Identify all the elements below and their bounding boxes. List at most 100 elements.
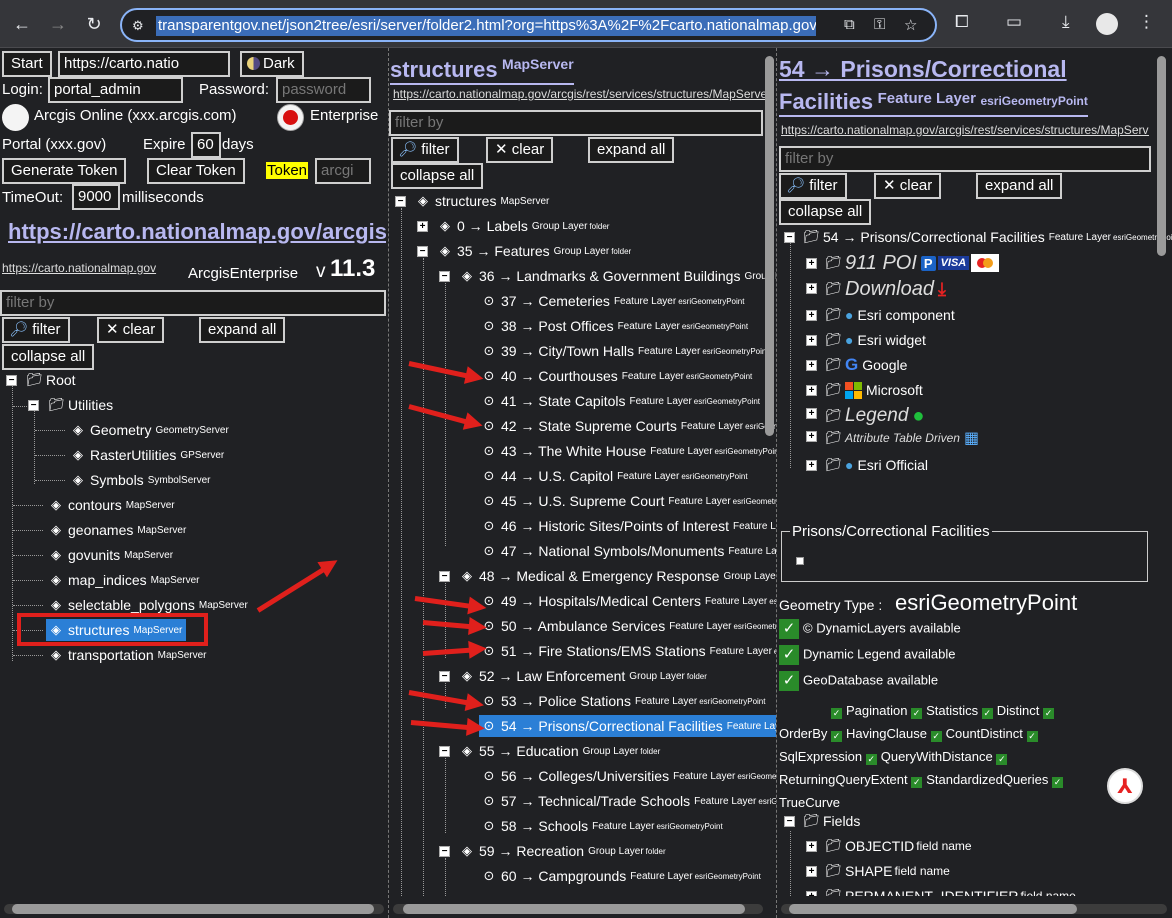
folder-911-poi[interactable]: 📁︎ 911 POI P VISA	[825, 250, 1000, 276]
expand-toggle[interactable]: +	[806, 360, 817, 371]
folder-google[interactable]: 📁︎ G Google	[825, 354, 907, 376]
extensions-icon[interactable]: ⧠	[955, 12, 969, 32]
layer-title-line1[interactable]: 54 → Prisons/Correctional	[779, 56, 1067, 83]
expand-toggle[interactable]: +	[806, 431, 817, 442]
url-text[interactable]: transparentgov.net/json2tree/esri/server…	[156, 16, 816, 36]
tab-search-icon[interactable]: ▭	[1006, 12, 1022, 32]
start-button[interactable]: Start	[2, 51, 52, 77]
tree-item[interactable]: ◈ Geometry GeometryServer	[70, 419, 229, 441]
folder-esri-official[interactable]: 📁︎ ● Esri Official	[825, 454, 928, 476]
layer-row[interactable]: ⊙ 37 → Cemeteries Feature Layer esriGeometr…	[481, 290, 745, 312]
star-icon[interactable]: ☆	[904, 16, 917, 34]
collapse-toggle[interactable]: −	[417, 246, 428, 257]
tree-item[interactable]: ◈ map_indices MapServer	[48, 569, 200, 591]
expand-toggle[interactable]: +	[806, 258, 817, 269]
generate-token-button[interactable]: Generate Token	[2, 158, 127, 184]
expand-toggle[interactable]: +	[806, 283, 817, 294]
layer-title-line2[interactable]: Facilities Feature Layer esriGeometryPoi…	[779, 89, 1088, 117]
collapse-all-button[interactable]: collapse all	[2, 344, 95, 370]
expand-toggle[interactable]: +	[806, 335, 817, 346]
collapse-toggle[interactable]: −	[439, 271, 450, 282]
right-filter-button[interactable]: 🔎︎ filter	[779, 173, 847, 199]
pdf-icon[interactable]: ⅄	[1107, 768, 1143, 804]
tree-root[interactable]: 📁︎ Root	[26, 369, 76, 391]
layer-row[interactable]: ⊙ 50 → Ambulance Services Feature Layer esr…	[481, 615, 776, 637]
password-key-icon[interactable]: ⚿	[874, 16, 885, 33]
right-tree-root[interactable]: 📁︎ 54 → Prisons/Correctional Facilities Fe…	[803, 226, 1172, 248]
tree-item[interactable]: ◈ transportation MapServer	[48, 644, 207, 666]
folder-microsoft[interactable]: 📁︎ Microsoft	[825, 379, 923, 401]
folder-attribute-table[interactable]: 📁︎ Attribute Table Driven ▦	[825, 427, 979, 449]
layer-service-link[interactable]: https://carto.nationalmap.gov/arcgis/res…	[781, 123, 1149, 137]
fieldset-toggle[interactable]	[796, 557, 804, 565]
clear-token-button[interactable]: Clear Token	[147, 158, 245, 184]
layer-row[interactable]: ⊙ 46 → Historic Sites/Points of Interest F…	[481, 515, 776, 537]
radio-arcgis-online[interactable]	[2, 104, 29, 131]
collapse-toggle[interactable]: −	[28, 400, 39, 411]
layer-row[interactable]: ◈ 55 → Education Group Layer folder	[459, 740, 660, 762]
tree-utilities[interactable]: 📁︎ Utilities	[48, 394, 113, 416]
right-vertical-scrollbar[interactable]	[1157, 56, 1166, 256]
address-bar[interactable]: ⚙ transparentgov.net/json2tree/esri/serv…	[120, 8, 937, 42]
folder-legend[interactable]: 📁︎ Legend ●	[825, 402, 925, 430]
expand-toggle[interactable]: +	[806, 866, 817, 877]
expand-toggle[interactable]: +	[806, 408, 817, 419]
clear-button[interactable]: ✕ clear	[97, 317, 165, 343]
layer-row[interactable]: ⊙ 56 → Colleges/Universities Feature Layer…	[481, 765, 776, 787]
middle-title-link[interactable]: structures MapServer	[390, 56, 574, 85]
horizontal-scrollbar[interactable]	[4, 904, 384, 914]
layer-row[interactable]: ⊙ 47 → National Symbols/Monuments Feature …	[481, 540, 776, 562]
layer-row[interactable]: ⊙ 58 → Schools Feature Layer esriGeometryPo…	[481, 815, 723, 837]
layer-row[interactable]: ⊙ 44 → U.S. Capitol Feature Layer esriGeome…	[481, 465, 748, 487]
collapse-toggle[interactable]: −	[395, 196, 406, 207]
login-input[interactable]: portal_admin	[48, 77, 183, 103]
field-row[interactable]: 📁︎ OBJECTID field name	[825, 835, 972, 857]
layer-row[interactable]: ⊙ 45 → U.S. Supreme Court Feature Layer esr…	[481, 490, 776, 512]
layer-row[interactable]: ◈ 48 → Medical & Emergency Response Group …	[459, 565, 776, 587]
expand-toggle[interactable]: +	[417, 221, 428, 232]
server-title-link[interactable]: https://carto.nationalmap.gov/arcgis	[8, 219, 386, 245]
filter-input[interactable]: filter by	[0, 290, 386, 316]
token-input[interactable]: arcgi	[315, 158, 371, 184]
middle-collapse-all-button[interactable]: collapse all	[391, 163, 484, 189]
server-link[interactable]: https://carto.nationalmap.gov	[2, 261, 156, 275]
collapse-toggle[interactable]: −	[439, 571, 450, 582]
layer-row-selected[interactable]: ⊙ 54 → Prisons/Correctional Facilities Fea…	[479, 715, 776, 737]
layer-row[interactable]: ◈ 52 → Law Enforcement Group Layer folder	[459, 665, 707, 687]
layer-row[interactable]: ◈ 35 → Features Group Layer folder	[437, 240, 631, 262]
right-collapse-all-button[interactable]: collapse all	[779, 199, 872, 225]
layer-row[interactable]: ⊙ 38 → Post Offices Feature Layer esriGeome…	[481, 315, 749, 337]
layer-row[interactable]: ⊙ 51 → Fire Stations/EMS Stations Feature …	[481, 640, 776, 662]
collapse-toggle[interactable]: −	[784, 816, 795, 827]
fields-folder[interactable]: 📁︎ Fields	[803, 810, 860, 832]
download-icon[interactable]: ⤓	[1062, 12, 1070, 32]
middle-filter-input[interactable]: filter by	[389, 110, 763, 136]
expand-toggle[interactable]: +	[806, 460, 817, 471]
middle-expand-all-button[interactable]: expand all	[588, 137, 675, 163]
password-input[interactable]: password	[276, 77, 371, 103]
expand-toggle[interactable]: +	[806, 841, 817, 852]
dark-mode-button[interactable]: Dark	[240, 51, 304, 77]
radio-enterprise[interactable]	[277, 104, 304, 131]
tree-item[interactable]: ◈ RasterUtilities GPServer	[70, 444, 224, 466]
middle-vertical-scrollbar[interactable]	[765, 56, 774, 436]
layer-row[interactable]: ⊙ 42 → State Supreme Courts Feature Layer e…	[481, 415, 776, 437]
timeout-input[interactable]: 9000	[72, 184, 120, 210]
field-row[interactable]: 📁︎ SHAPE field name	[825, 860, 950, 882]
expand-all-button[interactable]: expand all	[199, 317, 286, 343]
tree-item[interactable]: ◈ Symbols SymbolServer	[70, 469, 211, 491]
layer-row[interactable]: ⊙ 49 → Hospitals/Medical Centers Feature L…	[481, 590, 776, 612]
layer-row[interactable]: ⊙ 57 → Technical/Trade Schools Feature Lay…	[481, 790, 776, 812]
server-url-input[interactable]: https://carto.natio	[58, 51, 230, 77]
collapse-toggle[interactable]: −	[6, 375, 17, 386]
middle-tree-root[interactable]: ◈ structures MapServer	[415, 190, 549, 212]
forward-icon[interactable]: →	[44, 10, 72, 38]
layer-row[interactable]: ⊙ 41 → State Capitols Feature Layer esriGeo…	[481, 390, 760, 412]
filter-button[interactable]: 🔎︎ filter	[2, 317, 70, 343]
profile-avatar[interactable]	[1096, 13, 1118, 35]
layer-row[interactable]: ⊙ 39 → City/Town Halls Feature Layer esriGe…	[481, 340, 769, 362]
folder-download[interactable]: 📁︎ Download ⤓	[825, 276, 946, 302]
tree-item[interactable]: ◈ geonames MapServer	[48, 519, 186, 541]
expire-input[interactable]: 60	[191, 132, 221, 158]
right-horizontal-scrollbar[interactable]	[781, 904, 1167, 914]
